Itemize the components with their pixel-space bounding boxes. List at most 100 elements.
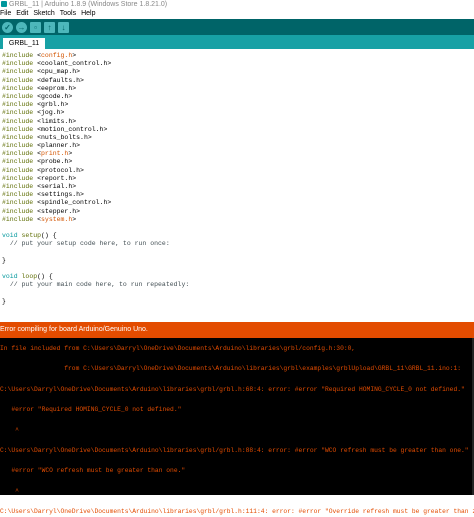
include-header: gcode.h <box>41 92 69 100</box>
setup-comment: // put your setup code here, to run once… <box>9 240 170 248</box>
arrow-down-icon: ↓ <box>61 22 66 32</box>
code-line: } <box>2 297 6 305</box>
include-keyword: #include <box>2 191 34 199</box>
window-titlebar: GRBL_11 | Arduino 1.8.9 (Windows Store 1… <box>0 0 474 9</box>
code-text: #include <config.h> #include <coolant_con… <box>2 52 189 306</box>
include-header: nuts_bolts.h <box>41 133 88 141</box>
loop-comment: // put your main code here, to run repea… <box>9 281 190 289</box>
code-line: #include <jog.h> <box>2 109 65 117</box>
code-line: #include <system.h> <box>2 215 77 223</box>
include-keyword: #include <box>2 174 34 182</box>
include-header: grbl.h <box>41 101 65 109</box>
include-header: limits.h <box>41 117 73 125</box>
include-header: spindle_control.h <box>41 199 108 207</box>
include-keyword: #include <box>2 92 34 100</box>
include-header: motion_control.h <box>41 125 104 133</box>
console-line: ^ <box>0 426 19 434</box>
menu-edit[interactable]: Edit <box>16 10 28 17</box>
include-keyword: #include <box>2 183 34 190</box>
include-keyword: #include <box>2 109 34 117</box>
tab-bar: GRBL_11 <box>0 35 474 49</box>
include-keyword: #include <box>2 125 34 133</box>
include-header: serial.h <box>41 183 73 190</box>
code-line: #include <motion_control.h> <box>2 125 108 133</box>
include-header: report.h <box>41 174 73 182</box>
verify-button[interactable]: ✓ <box>2 21 13 33</box>
save-button[interactable]: ↓ <box>58 21 69 33</box>
menu-file[interactable]: File <box>0 10 11 17</box>
upload-button[interactable]: → <box>16 21 27 33</box>
include-header: settings.h <box>41 191 81 199</box>
console-line: ^ <box>0 487 19 495</box>
code-line: #include <report.h> <box>2 174 77 182</box>
menu-tools[interactable]: Tools <box>60 10 76 17</box>
setup-name: setup <box>21 232 42 240</box>
loop-name: loop <box>21 273 38 281</box>
include-header: defaults.h <box>41 76 81 84</box>
include-header: cpu_map.h <box>41 68 77 76</box>
code-line: #include <limits.h> <box>2 117 77 125</box>
open-button[interactable]: ↑ <box>44 21 55 33</box>
toolbar: ✓ → ▫ ↑ ↓ <box>0 19 474 35</box>
include-header: coolant_control.h <box>41 60 108 68</box>
console-output[interactable]: In file included from C:\Users\Darryl\On… <box>0 338 474 515</box>
code-line: #include <spindle_control.h> <box>2 199 112 207</box>
include-keyword: #include <box>2 76 34 84</box>
include-keyword: #include <box>2 199 34 207</box>
menu-help[interactable]: Help <box>81 10 95 17</box>
include-header: eeprom.h <box>41 84 73 92</box>
code-line: #include <coolant_control.h> <box>2 60 112 68</box>
checkmark-icon: ✓ <box>4 22 11 32</box>
tab-grbl-11[interactable]: GRBL_11 <box>3 38 45 49</box>
code-line: #include <cpu_map.h> <box>2 68 81 76</box>
console-text: In file included from C:\Users\Darryl\On… <box>0 344 474 517</box>
new-file-icon: ▫ <box>34 22 37 32</box>
console-line: from C:\Users\Darryl\OneDrive\Documents\… <box>0 365 462 373</box>
code-line: // put your main code here, to run repea… <box>2 281 189 289</box>
status-bar: Error compiling for board Arduino/Genuin… <box>0 322 474 338</box>
code-line: #include <grbl.h> <box>2 101 69 109</box>
code-line: #include <probe.h> <box>2 158 73 166</box>
console-line: C:\Users\Darryl\OneDrive\Documents\Ardui… <box>0 385 465 393</box>
console-line: C:\Users\Darryl\OneDrive\Documents\Ardui… <box>0 508 474 515</box>
menu-bar: File Edit Sketch Tools Help <box>0 9 474 19</box>
include-keyword: #include <box>2 52 34 59</box>
include-keyword: #include <box>2 158 34 166</box>
include-keyword: #include <box>2 101 34 109</box>
include-header: print.h <box>41 150 69 158</box>
code-line: #include <print.h> <box>2 150 73 158</box>
window-title: GRBL_11 | Arduino 1.8.9 (Windows Store 1… <box>9 1 168 8</box>
code-line: #include <serial.h> <box>2 183 77 190</box>
code-line: #include <config.h> <box>2 52 77 59</box>
console-line: C:\Users\Darryl\OneDrive\Documents\Ardui… <box>0 446 469 454</box>
include-keyword: #include <box>2 117 34 125</box>
loop-type: void <box>2 273 18 281</box>
menu-sketch[interactable]: Sketch <box>33 10 54 17</box>
code-line: #include <stepper.h> <box>2 207 81 215</box>
console-line: In file included from C:\Users\Darryl\On… <box>0 345 356 352</box>
include-header: system.h <box>41 215 73 223</box>
include-keyword: #include <box>2 166 34 174</box>
code-editor[interactable]: #include <config.h> #include <coolant_con… <box>0 49 474 322</box>
arrow-up-icon: ↑ <box>47 22 52 32</box>
include-keyword: #include <box>2 68 34 76</box>
new-button[interactable]: ▫ <box>30 21 41 33</box>
arrow-right-icon: → <box>17 22 26 32</box>
include-header: jog.h <box>41 109 61 117</box>
include-keyword: #include <box>2 84 34 92</box>
code-line: #include <defaults.h> <box>2 76 84 84</box>
arduino-app-icon <box>1 1 7 7</box>
console-line: #error "Required HOMING_CYCLE_0 not defi… <box>0 406 182 414</box>
include-keyword: #include <box>2 215 34 223</box>
code-line: #include <eeprom.h> <box>2 84 77 92</box>
code-line: #include <gcode.h> <box>2 92 73 100</box>
